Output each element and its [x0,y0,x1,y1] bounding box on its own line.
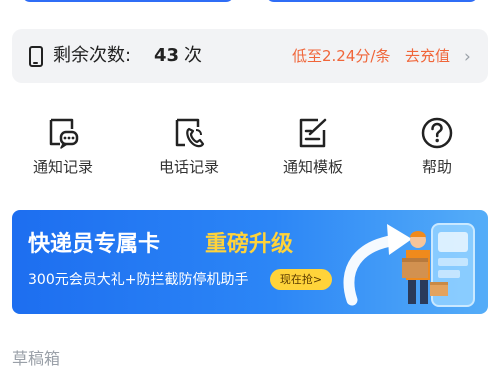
grid-item-notification-records[interactable]: 通知记录 [15,116,111,182]
banner-subtitle: 300元会员大礼+防拦截防停机助手 [28,272,249,288]
chevron-right-icon: › [464,47,471,67]
recharge-link[interactable]: 去充值 [405,46,450,66]
grid-item-label: 电话记录 [158,158,219,176]
quota-bar[interactable]: 剩余次数: 43 次 低至2.24分/条 去充值 › [12,29,488,83]
quota-count: 43 [154,45,180,66]
courier-illustration [343,223,475,307]
phone-record-icon [175,118,205,148]
grid-item-help[interactable]: 帮助 [389,116,485,182]
promo-banner[interactable]: 快递员专属卡 重磅升级 300元会员大礼+防拦截防停机助手 现在抢> [12,210,488,314]
banner-title: 快递员专属卡 [28,232,161,257]
grid-item-call-records[interactable]: 电话记录 [141,116,237,182]
grid-item-label: 帮助 [421,158,452,176]
phone-icon [29,46,43,67]
quota-unit: 次 [184,45,202,66]
drafts-title: 草稿箱 [12,349,61,368]
grid-item-label: 通知记录 [32,158,93,176]
banner-title-highlight: 重磅升级 [205,232,294,257]
message-record-icon [49,118,79,149]
quota-label: 剩余次数: [53,45,132,66]
top-right-button[interactable] [266,0,478,2]
grid-item-label: 通知模板 [282,158,343,176]
template-icon [299,118,327,148]
price-text: 低至2.24分/条 [292,47,391,65]
help-icon [421,117,453,149]
top-left-button[interactable] [22,0,234,2]
grid-item-templates[interactable]: 通知模板 [265,116,361,182]
